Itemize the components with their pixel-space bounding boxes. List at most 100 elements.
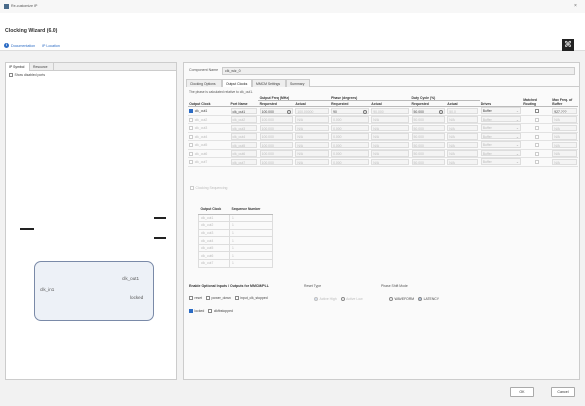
clkfbstopped-option[interactable]: clkfbstopped [208, 309, 233, 313]
seq-number-input[interactable]: 1 [229, 221, 273, 230]
drives-select[interactable]: Buffer ⌄ [480, 141, 521, 148]
drives-cell[interactable]: Buffer ⌄ [479, 115, 523, 125]
drives-select[interactable]: Buffer ⌄ [480, 158, 521, 165]
clock-enable-checkbox[interactable] [189, 151, 194, 156]
latency-radio[interactable] [418, 297, 423, 301]
matched-routing-cell[interactable] [522, 132, 552, 142]
phase-requested-cell[interactable]: 0.000 [329, 140, 371, 150]
freq-requested-input[interactable]: 100.000 [259, 133, 293, 140]
phase-requested-cell[interactable]: 0.000 [329, 132, 371, 142]
seq-number-input[interactable]: 1 [229, 213, 273, 223]
duty-requested-cell[interactable]: 50.000 [410, 149, 447, 159]
port-name-cell[interactable]: clk_out7 [229, 157, 259, 167]
active-high-option[interactable]: Active High [314, 297, 337, 301]
freq-requested-input[interactable]: 100.000 [259, 150, 293, 157]
output-clock-cell[interactable]: clk_out5 [188, 140, 230, 150]
phase-requested-cell[interactable]: 0.000 [329, 115, 371, 125]
tab-summary[interactable]: Summary [286, 79, 310, 87]
output-clock-cell[interactable]: clk_out2 [188, 115, 230, 125]
cancel-button[interactable]: Cancel [551, 387, 575, 397]
tab-ip-symbol[interactable]: IP Symbol [6, 63, 30, 71]
component-name-input[interactable]: clk_wiz_0 [222, 66, 575, 75]
output-clock-cell[interactable]: clk_out7 [188, 157, 230, 167]
duty-requested-cell[interactable]: 50.000 [410, 106, 447, 116]
freq-requested-cell[interactable]: 100.000 [258, 106, 295, 116]
clock-enable-checkbox[interactable] [189, 109, 194, 114]
duty-requested-cell[interactable]: 50.000 [410, 132, 447, 142]
spinner-icon[interactable] [362, 109, 367, 114]
tab-clocking-options[interactable]: Clocking Options [186, 79, 222, 87]
duty-requested-input[interactable]: 50.000 [411, 150, 445, 157]
clock-enable-checkbox[interactable] [189, 134, 194, 139]
matched-routing-cell[interactable] [522, 140, 552, 150]
drives-cell[interactable]: Buffer ⌄ [479, 123, 523, 133]
port-name-cell[interactable]: clk_out1 [229, 106, 259, 116]
ok-button[interactable]: OK [510, 387, 534, 397]
freq-requested-input[interactable]: 100.000 [259, 124, 293, 132]
matched-routing-cell[interactable] [522, 149, 552, 159]
show-disabled-checkbox[interactable] [9, 73, 13, 77]
port-name-input[interactable]: clk_out2 [230, 116, 258, 123]
output-clock-cell[interactable]: clk_out3 [188, 123, 230, 133]
input-clk-stopped-option[interactable]: input_clk_stopped [234, 296, 268, 300]
output-clock-cell[interactable]: clk_out4 [188, 132, 230, 142]
phase-requested-input[interactable]: 0.000 [331, 124, 369, 132]
clock-seq-checkbox[interactable] [190, 186, 194, 190]
latency-option[interactable]: LATENCY [418, 297, 439, 301]
phase-requested-input[interactable]: 0.000 [331, 158, 369, 166]
matched-routing-cell[interactable] [522, 157, 552, 167]
port-name-input[interactable]: clk_out1 [230, 107, 258, 115]
ip-location-link[interactable]: IP Location [42, 44, 60, 48]
locked-checkbox[interactable] [189, 309, 193, 313]
freq-requested-cell[interactable]: 100.000 [258, 123, 295, 133]
duty-requested-input[interactable]: 50.000 [411, 124, 445, 132]
tab-resource[interactable]: Resource [30, 63, 54, 71]
matched-routing-cell[interactable] [522, 123, 552, 133]
active-low-radio[interactable] [340, 297, 345, 301]
phase-requested-input[interactable]: 0.000 [331, 150, 369, 157]
waveform-radio[interactable] [389, 297, 393, 301]
port-name-input[interactable]: clk_out7 [230, 158, 258, 166]
port-name-input[interactable]: clk_out5 [230, 141, 258, 149]
spinner-icon[interactable] [286, 109, 291, 114]
seq-number-input[interactable]: 1 [229, 228, 273, 238]
port-name-cell[interactable]: clk_out5 [229, 140, 259, 150]
clock-sequencing[interactable]: Clocking Sequencing [190, 186, 227, 190]
matched-routing-checkbox[interactable] [534, 126, 539, 131]
duty-requested-input[interactable]: 50.000 [411, 141, 445, 149]
drives-select[interactable]: Buffer ⌄ [480, 107, 521, 114]
duty-requested-input[interactable]: 50.000 [411, 116, 445, 123]
clock-enable-checkbox[interactable] [189, 143, 194, 148]
duty-requested-input[interactable]: 50.000 [411, 133, 445, 140]
clock-enable-checkbox[interactable] [189, 117, 194, 122]
duty-requested-cell[interactable]: 50.000 [410, 123, 447, 133]
seq-number-input[interactable]: 1 [229, 236, 273, 245]
phase-requested-cell[interactable]: 0.000 [329, 157, 371, 167]
duty-requested-input[interactable]: 50.000 [411, 107, 445, 115]
matched-routing-checkbox[interactable] [534, 160, 539, 165]
tab-mmcm-settings[interactable]: MMCM Settings [252, 79, 286, 87]
drives-select[interactable]: Buffer ⌄ [480, 132, 521, 140]
clock-enable-checkbox[interactable] [189, 160, 194, 165]
matched-routing-checkbox[interactable] [534, 109, 539, 114]
phase-requested-input[interactable]: 0.000 [331, 141, 369, 149]
clock-enable-checkbox[interactable] [189, 126, 194, 131]
clkfbstopped-checkbox[interactable] [208, 309, 213, 313]
phase-requested-cell[interactable]: 0.000 [329, 149, 371, 159]
port-name-cell[interactable]: clk_out2 [229, 115, 259, 125]
drives-cell[interactable]: Buffer ⌄ [479, 157, 523, 167]
freq-requested-cell[interactable]: 100.000 [258, 157, 295, 167]
duty-requested-cell[interactable]: 50.000 [410, 157, 447, 167]
freq-requested-input[interactable]: 100.000 [259, 116, 293, 123]
matched-routing-checkbox[interactable] [534, 143, 539, 148]
port-name-cell[interactable]: clk_out3 [229, 123, 259, 133]
spinner-icon[interactable] [438, 109, 443, 114]
port-name-input[interactable]: clk_out3 [230, 124, 258, 132]
phase-requested-cell[interactable]: 0.000 [329, 123, 371, 133]
duty-requested-cell[interactable]: 50.000 [410, 115, 447, 125]
seq-number-input[interactable]: 1 [229, 251, 273, 261]
locked-option[interactable]: locked [189, 309, 204, 313]
phase-requested-input[interactable]: 90 [331, 107, 369, 115]
phase-requested-input[interactable]: 0.000 [331, 133, 369, 140]
reset-checkbox[interactable] [189, 296, 193, 300]
